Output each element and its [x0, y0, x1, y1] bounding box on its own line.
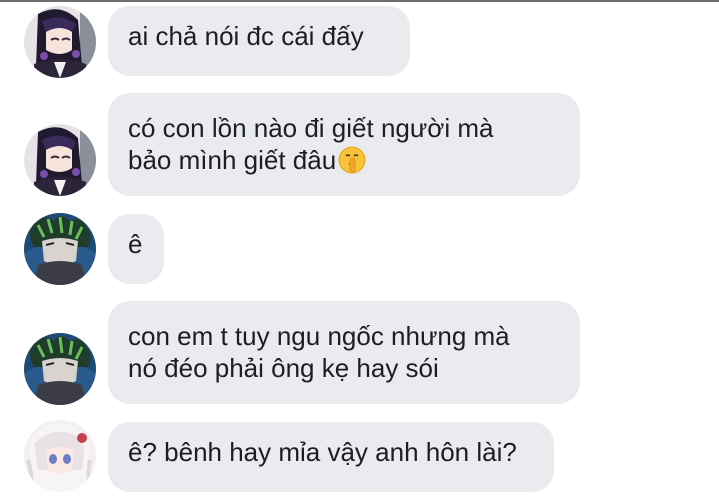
- message-bubble[interactable]: con em t tuy ngu ngốc nhưng mà nó đéo ph…: [108, 301, 580, 404]
- message-text: có con lồn nào đi giết người mà: [128, 113, 494, 143]
- message-bubble[interactable]: ê? bênh hay mỉa vậy anh hôn lài?: [108, 422, 554, 492]
- message-text: ai chả nói đc cái đấy: [128, 21, 364, 51]
- message-bubble[interactable]: ê: [108, 214, 164, 284]
- message-text: con em t tuy ngu ngốc nhưng mà: [128, 321, 510, 351]
- message-text: bảo mình giết đâu: [128, 145, 337, 175]
- message-text-line: bảo mình giết đâu: [128, 144, 560, 176]
- shinobu-avatar[interactable]: [24, 124, 96, 196]
- green-hair-avatar[interactable]: [24, 333, 96, 405]
- chat-thread: ai chả nói đc cái đấy có con lồn nào đi …: [0, 0, 719, 497]
- message-bubble[interactable]: ai chả nói đc cái đấy: [108, 6, 410, 76]
- shinobu-avatar[interactable]: [24, 6, 96, 78]
- shushing-face-icon: [338, 146, 366, 174]
- white-hair-avatar[interactable]: [24, 420, 96, 492]
- message-text: ê: [128, 229, 143, 259]
- message-text: ê? bênh hay mỉa vậy anh hôn lài?: [128, 437, 517, 467]
- message-bubble[interactable]: có con lồn nào đi giết người mà bảo mình…: [108, 93, 580, 196]
- message-text: nó đéo phải ông kẹ hay sói: [128, 353, 439, 383]
- green-hair-avatar[interactable]: [24, 213, 96, 285]
